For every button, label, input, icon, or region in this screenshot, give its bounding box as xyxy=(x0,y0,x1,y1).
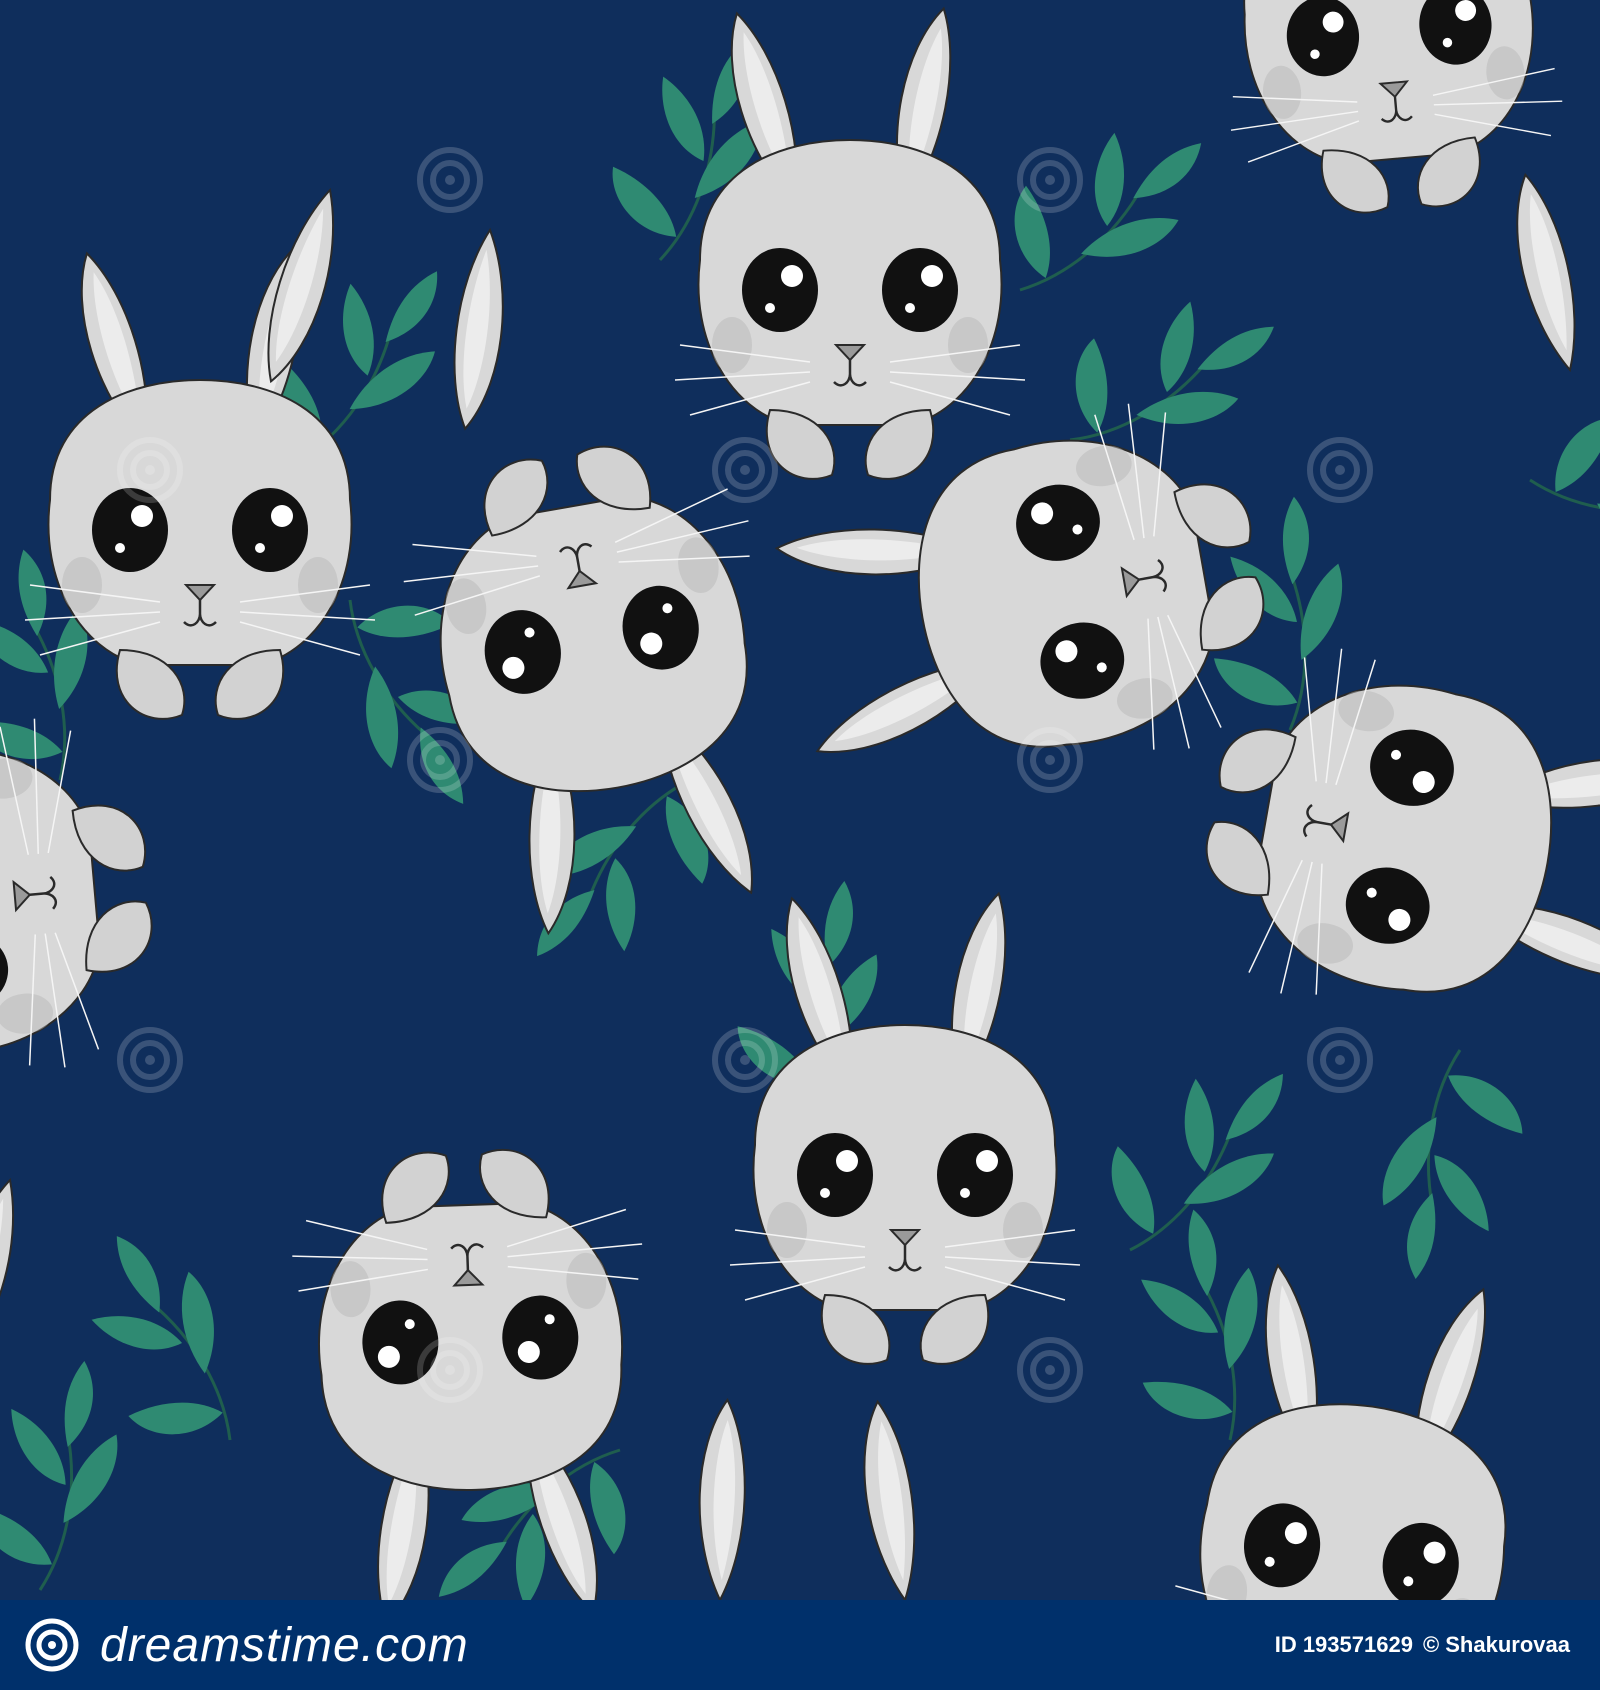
brand: dreamstime.com xyxy=(24,1617,469,1673)
stock-footer-bar: dreamstime.com ID 193571629 © Shakurovaa xyxy=(0,1600,1600,1690)
image-credit: ID 193571629 © Shakurovaa xyxy=(1275,1632,1570,1658)
dreamstime-spiral-logo-icon xyxy=(25,1618,79,1672)
image-author: © Shakurovaa xyxy=(1422,1632,1570,1657)
brand-name: dreamstime.com xyxy=(100,1618,469,1672)
image-id: ID 193571629 xyxy=(1274,1632,1413,1657)
bunny-pattern-illustration xyxy=(0,0,1600,1600)
stock-image: dreamstime.com ID 193571629 © Shakurovaa xyxy=(0,0,1600,1690)
